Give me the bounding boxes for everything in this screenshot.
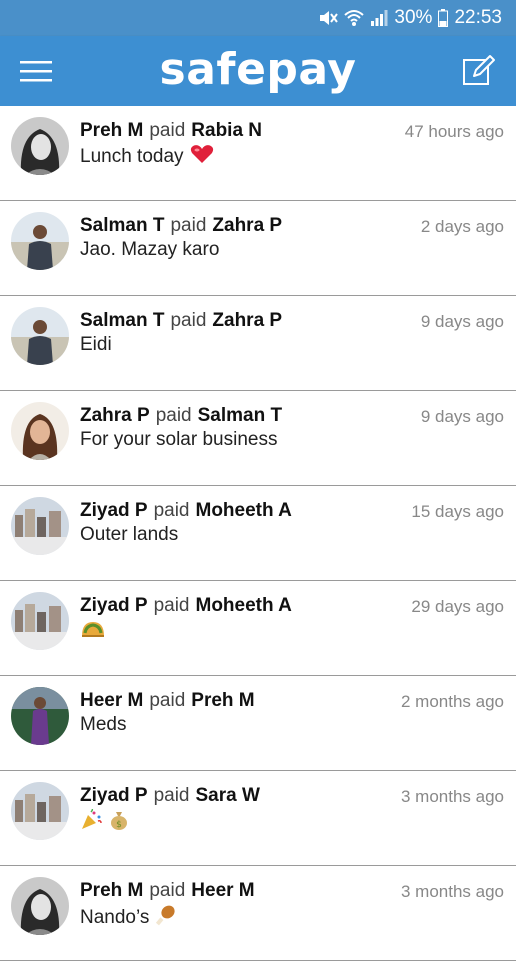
note-text: Jao. Mazay karo — [80, 239, 220, 260]
timestamp: 47 hours ago — [404, 122, 504, 141]
avatar[interactable] — [11, 212, 69, 270]
payment-note — [80, 619, 106, 645]
avatar[interactable] — [11, 592, 69, 650]
svg-text:$: $ — [116, 820, 122, 830]
payee-name[interactable]: Moheeth A — [196, 595, 292, 616]
note-text: For your solar business — [80, 429, 278, 450]
timestamp: 2 months ago — [400, 692, 504, 711]
feed-item[interactable]: Ziyad Ppaid Sara W 3 months ago $ — [0, 771, 516, 866]
taco-emoji — [80, 619, 106, 645]
payment-note: Nando’s — [80, 904, 177, 932]
timestamp: 3 months ago — [400, 787, 504, 806]
payment-feed: Preh Mpaid Rabia N 47 hours ago Lunch tod… — [0, 106, 516, 961]
payment-note: For your solar business — [80, 429, 277, 451]
payer-name[interactable]: Preh M — [80, 880, 143, 901]
feed-item[interactable]: Zahra Ppaid Salman T 9 days ago For your … — [0, 391, 516, 486]
payer-name[interactable]: Zahra P — [80, 405, 150, 426]
feed-item[interactable]: Ziyad Ppaid Moheeth A 15 days ago Outer l… — [0, 486, 516, 581]
payer-name[interactable]: Salman T — [80, 215, 164, 236]
timestamp: 2 days ago — [420, 217, 504, 236]
payment-note: Eidi — [80, 334, 112, 356]
payer-name[interactable]: Salman T — [80, 310, 164, 331]
feed-item[interactable]: Salman T paid Zahra P 9 days ago Eidi — [0, 296, 516, 391]
payee-name[interactable]: Zahra P — [212, 215, 282, 236]
payer-name[interactable]: Ziyad P — [80, 785, 148, 806]
verb: paid — [149, 880, 186, 901]
verb: paid — [149, 690, 186, 711]
payer-name[interactable]: Ziyad P — [80, 595, 148, 616]
payment-note: Meds — [80, 714, 126, 736]
mute-icon — [318, 9, 339, 27]
party-popper-emoji — [80, 808, 102, 837]
money-bag-emoji: $ — [108, 809, 130, 837]
note-text: Outer lands — [80, 524, 179, 545]
verb: paid — [170, 215, 207, 236]
verb: paid — [153, 595, 190, 616]
note-text: Meds — [80, 714, 127, 735]
note-text: Lunch today — [80, 146, 184, 167]
payment-note: Lunch today — [80, 144, 214, 170]
verb: paid — [170, 310, 207, 331]
feed-item[interactable]: Preh M paid Rabia N 47 hours ago Lunch tod… — [0, 106, 516, 201]
timestamp: 9 days ago — [420, 407, 504, 426]
avatar[interactable] — [11, 782, 69, 840]
timestamp: 9 days ago — [420, 312, 504, 331]
signal-icon — [370, 9, 388, 27]
feed-item[interactable]: Ziyad Ppaid Moheeth A 29 days ago — [0, 581, 516, 676]
timestamp: 15 days ago — [411, 502, 504, 521]
wifi-icon — [344, 9, 365, 27]
avatar[interactable] — [11, 877, 69, 935]
avatar[interactable] — [11, 307, 69, 365]
app-bar: safepay — [0, 36, 516, 106]
compose-icon[interactable] — [462, 54, 496, 88]
payment-note: Jao. Mazay karo — [80, 239, 219, 261]
verb: paid — [149, 120, 186, 141]
feed-item[interactable]: Preh M paid Heer M 3 months ago Nando’s — [0, 866, 516, 961]
chicken-leg-emoji — [155, 904, 177, 932]
verb: paid — [155, 405, 192, 426]
battery-icon — [438, 9, 449, 27]
payee-name[interactable]: Heer M — [191, 880, 254, 901]
avatar[interactable] — [11, 497, 69, 555]
payment-note: $ — [80, 808, 130, 837]
timestamp: 3 months ago — [400, 882, 504, 901]
payer-name[interactable]: Preh M — [80, 120, 143, 141]
avatar[interactable] — [11, 687, 69, 745]
verb: paid — [153, 500, 190, 521]
timestamp: 29 days ago — [411, 597, 504, 616]
payer-name[interactable]: Ziyad P — [80, 500, 148, 521]
payee-name[interactable]: Sara W — [196, 785, 260, 806]
status-bar: 30% 22:53 — [0, 0, 516, 36]
payment-note: Outer lands — [80, 524, 178, 546]
payee-name[interactable]: Zahra P — [212, 310, 282, 331]
heart-emoji — [190, 144, 214, 170]
feed-item[interactable]: Salman T paid Zahra P 2 days ago Jao. Maza… — [0, 201, 516, 296]
clock: 22:53 — [454, 7, 502, 28]
payee-name[interactable]: Salman T — [198, 405, 282, 426]
payee-name[interactable]: Preh M — [191, 690, 254, 711]
app-title: safepay — [159, 44, 357, 95]
payer-name[interactable]: Heer M — [80, 690, 143, 711]
note-text: Eidi — [80, 334, 112, 355]
avatar[interactable] — [11, 117, 69, 175]
note-text: Nando’s — [80, 907, 150, 928]
payee-name[interactable]: Rabia N — [191, 120, 262, 141]
payee-name[interactable]: Moheeth A — [196, 500, 292, 521]
feed-item[interactable]: Heer M paid Preh M 2 months ago Meds — [0, 676, 516, 771]
battery-percent: 30% — [394, 7, 433, 28]
verb: paid — [153, 785, 190, 806]
avatar[interactable] — [11, 402, 69, 460]
